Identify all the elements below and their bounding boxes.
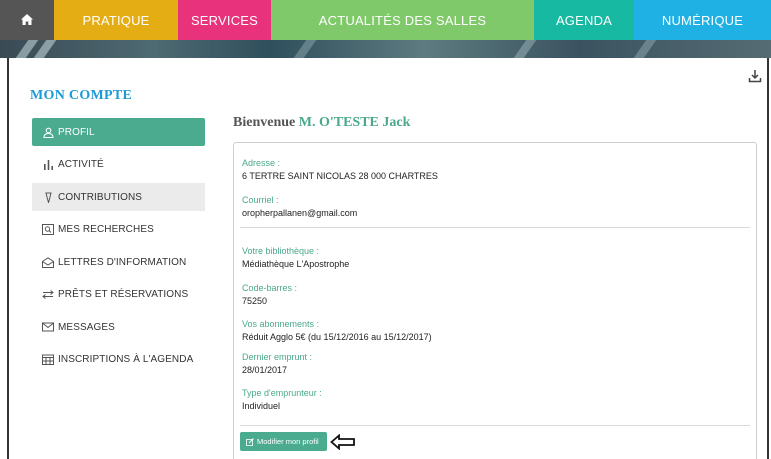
field-label: Votre bibliothèque : bbox=[242, 246, 320, 256]
sidebar-item-label: MESSAGES bbox=[58, 321, 115, 333]
main-nav: PRATIQUE SERVICES ACTUALITÉS DES SALLES … bbox=[0, 0, 771, 40]
nav-home[interactable] bbox=[0, 0, 54, 40]
welcome-prefix: Bienvenue bbox=[233, 115, 296, 130]
download-icon[interactable] bbox=[748, 69, 762, 83]
page-title: MON COMPTE bbox=[30, 88, 133, 103]
field-last-loan: Dernier emprunt : 28/01/2017 bbox=[242, 352, 312, 376]
sidebar-item-label: PRÊTS ET RÉSERVATIONS bbox=[58, 289, 189, 300]
arrow-left-icon bbox=[330, 433, 356, 451]
field-label: Adresse : bbox=[242, 158, 281, 168]
field-subscriptions: Vos abonnements : Réduit Agglo 5€ (du 15… bbox=[242, 319, 432, 343]
welcome-heading: Bienvenue M. O'TESTE Jack bbox=[233, 115, 410, 131]
account-sidebar: PROFIL ACTIVITÉ CONTRIBUTIONS MES RECHER… bbox=[32, 118, 205, 378]
sidebar-item-label: CONTRIBUTIONS bbox=[58, 191, 143, 203]
nav-agenda[interactable]: AGENDA bbox=[534, 0, 634, 40]
field-value: 6 TERTRE SAINT NICOLAS 28 000 CHARTRES bbox=[242, 171, 438, 181]
divider bbox=[240, 425, 750, 426]
field-value: Individuel bbox=[242, 401, 281, 411]
page-frame-left bbox=[7, 58, 9, 459]
envelope-open-icon bbox=[42, 256, 54, 268]
sidebar-item-mes-recherches[interactable]: MES RECHERCHES bbox=[32, 216, 205, 244]
sidebar-item-label: PROFIL bbox=[58, 126, 95, 138]
home-icon bbox=[21, 13, 33, 28]
field-label: Code-barres : bbox=[242, 283, 298, 293]
divider bbox=[240, 227, 750, 228]
sidebar-item-profil[interactable]: PROFIL bbox=[32, 118, 205, 146]
exchange-icon bbox=[42, 289, 54, 301]
nav-pratique[interactable]: PRATIQUE bbox=[54, 0, 178, 40]
header-banner bbox=[0, 40, 771, 58]
nav-services[interactable]: SERVICES bbox=[178, 0, 271, 40]
bar-chart-icon bbox=[42, 159, 54, 171]
nav-actualites-des-salles[interactable]: ACTUALITÉS DES SALLES bbox=[271, 0, 534, 40]
envelope-icon bbox=[42, 321, 54, 333]
edit-profile-label: Modifier mon profil bbox=[257, 437, 319, 446]
profile-card: Adresse : 6 TERTRE SAINT NICOLAS 28 000 … bbox=[233, 142, 757, 459]
field-label: Vos abonnements : bbox=[242, 319, 320, 329]
sidebar-item-activite[interactable]: ACTIVITÉ bbox=[32, 151, 205, 179]
field-email: Courriel : oropherpallanen@gmail.com bbox=[242, 195, 357, 219]
field-borrower-type: Type d'emprunteur : Individuel bbox=[242, 388, 322, 412]
edit-icon bbox=[246, 437, 254, 446]
sidebar-item-label: ACTIVITÉ bbox=[58, 159, 104, 170]
saved-search-icon bbox=[42, 224, 54, 236]
page-frame-right bbox=[767, 58, 769, 459]
calendar-icon bbox=[42, 354, 54, 366]
nav-numerique[interactable]: NUMÉRIQUE bbox=[634, 0, 771, 40]
sidebar-item-messages[interactable]: MESSAGES bbox=[32, 313, 205, 341]
sidebar-item-label: LETTRES D'INFORMATION bbox=[58, 256, 187, 268]
field-label: Dernier emprunt : bbox=[242, 352, 313, 362]
sidebar-item-prets-reservations[interactable]: PRÊTS ET RÉSERVATIONS bbox=[32, 281, 205, 309]
sidebar-item-contributions[interactable]: CONTRIBUTIONS bbox=[32, 183, 205, 211]
user-name: M. O'TESTE Jack bbox=[298, 115, 411, 130]
sidebar-item-label: INSCRIPTIONS À L'AGENDA bbox=[58, 354, 194, 365]
field-value: Médiathèque L'Apostrophe bbox=[242, 259, 350, 269]
pen-icon bbox=[42, 191, 54, 203]
edit-profile-button[interactable]: Modifier mon profil bbox=[240, 432, 327, 451]
user-icon bbox=[42, 126, 54, 138]
field-address: Adresse : 6 TERTRE SAINT NICOLAS 28 000 … bbox=[242, 158, 438, 182]
sidebar-item-lettres-information[interactable]: LETTRES D'INFORMATION bbox=[32, 248, 205, 276]
field-value: 28/01/2017 bbox=[242, 365, 288, 375]
sidebar-item-inscriptions-agenda[interactable]: INSCRIPTIONS À L'AGENDA bbox=[32, 346, 205, 374]
field-barcode: Code-barres : 75250 bbox=[242, 283, 297, 307]
field-value: Réduit Agglo 5€ (du 15/12/2016 au 15/12/… bbox=[242, 332, 432, 342]
field-label: Courriel : bbox=[242, 195, 279, 205]
sidebar-item-label: MES RECHERCHES bbox=[58, 224, 154, 235]
field-value: 75250 bbox=[242, 296, 268, 306]
field-library: Votre bibliothèque : Médiathèque L'Apost… bbox=[242, 246, 349, 270]
field-label: Type d'emprunteur : bbox=[242, 388, 322, 398]
field-value: oropherpallanen@gmail.com bbox=[242, 208, 358, 218]
